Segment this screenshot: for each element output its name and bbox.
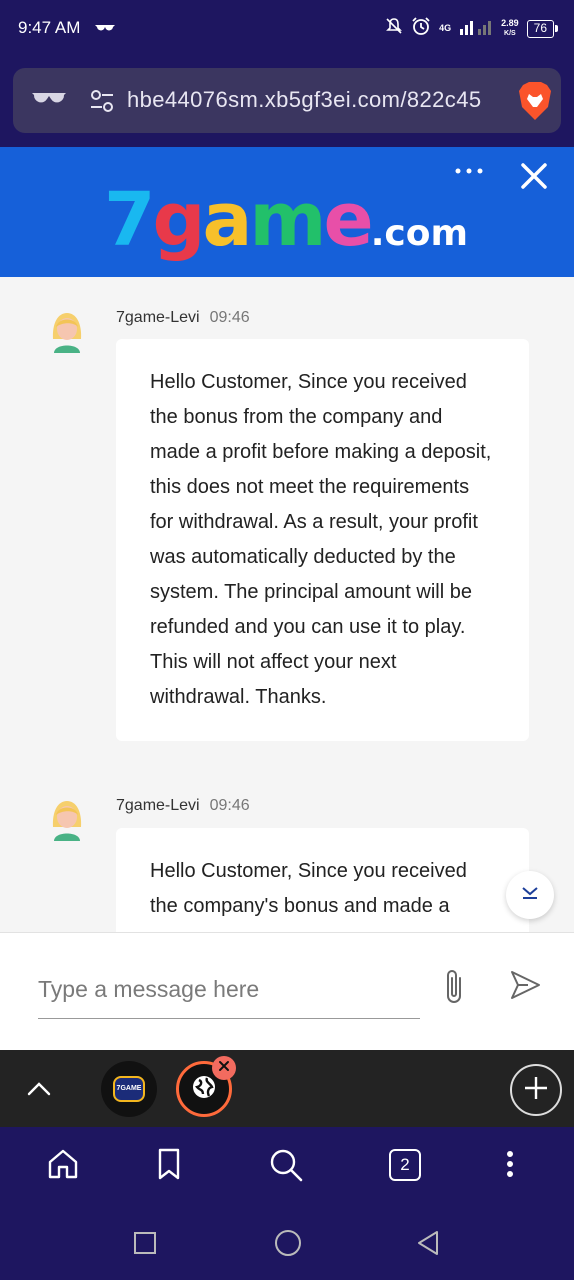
chevron-up-icon[interactable] xyxy=(26,1074,52,1107)
logo-letter-a: a xyxy=(202,177,252,263)
send-icon[interactable] xyxy=(508,969,542,1006)
status-time: 9:47 AM xyxy=(18,18,81,37)
logo-digit: 7 xyxy=(104,177,155,263)
agent-avatar-icon xyxy=(50,797,84,841)
system-home-icon[interactable] xyxy=(274,1229,302,1262)
close-tab-button[interactable] xyxy=(212,1056,236,1080)
signal-strength-icon xyxy=(459,17,493,40)
tab-switcher-button[interactable]: 2 xyxy=(389,1149,421,1181)
private-mode-glasses-icon[interactable] xyxy=(31,90,67,113)
chat-messages[interactable]: 7game-Levi 09:46 Hello Customer, Since yo… xyxy=(0,277,574,932)
logo-letter-g: g xyxy=(152,177,206,263)
message-time: 09:46 xyxy=(209,797,250,814)
menu-icon[interactable] xyxy=(500,1147,520,1186)
close-chat-icon[interactable] xyxy=(518,160,550,197)
brave-shields-icon[interactable] xyxy=(517,81,553,126)
browser-bottom-nav: 2 xyxy=(0,1127,574,1207)
new-tab-button[interactable] xyxy=(510,1064,562,1116)
site-settings-icon[interactable] xyxy=(89,88,115,119)
tab-7game[interactable]: 7GAME xyxy=(101,1061,157,1117)
message-meta: 7game-Levi 09:46 xyxy=(116,309,250,327)
status-bar: 9:47 AM 4G 2.89 K/S 76 xyxy=(0,0,574,58)
search-icon[interactable] xyxy=(268,1147,304,1188)
chevron-down-icon xyxy=(520,885,540,906)
network-type: 4G xyxy=(439,23,452,33)
agent-avatar-icon xyxy=(50,309,84,353)
logo-letter-e: e xyxy=(323,177,374,263)
browser-toolbar: hbe44076sm.xb5gf3ei.com/822c45 xyxy=(0,58,574,147)
message-time: 09:46 xyxy=(209,309,250,326)
sender-name: 7game-Levi xyxy=(116,797,200,814)
message-composer xyxy=(0,932,574,1050)
scroll-to-bottom-button[interactable] xyxy=(506,871,554,919)
bookmark-icon[interactable] xyxy=(155,1147,183,1186)
more-options-icon[interactable] xyxy=(454,162,484,180)
back-icon[interactable] xyxy=(415,1229,441,1262)
system-nav-bar xyxy=(0,1207,574,1280)
address-bar[interactable]: hbe44076sm.xb5gf3ei.com/822c45 xyxy=(13,68,561,133)
sender-name: 7game-Levi xyxy=(116,309,200,326)
dnd-bell-off-icon xyxy=(385,17,403,40)
network-speed: 2.89 K/S xyxy=(501,19,519,38)
recent-apps-icon[interactable] xyxy=(133,1231,157,1260)
site-header: 7game.com xyxy=(0,147,574,277)
alarm-clock-icon xyxy=(411,16,431,41)
message-bubble: Hello Customer, Since you received the b… xyxy=(116,339,529,741)
speed-value: 2.89 xyxy=(501,18,519,28)
site-logo[interactable]: 7game.com xyxy=(104,175,468,279)
message-input[interactable] xyxy=(38,961,420,1019)
globe-icon xyxy=(191,1074,217,1105)
attachment-paperclip-icon[interactable] xyxy=(440,966,470,1011)
tab-favicon: 7GAME xyxy=(113,1076,145,1102)
message-bubble: Hello Customer, Since you received the c… xyxy=(116,828,529,932)
logo-letter-m: m xyxy=(249,177,326,263)
home-icon[interactable] xyxy=(46,1147,80,1186)
plus-icon xyxy=(523,1075,549,1106)
battery-indicator: 76 xyxy=(526,19,559,38)
close-icon xyxy=(218,1059,230,1077)
url-text[interactable]: hbe44076sm.xb5gf3ei.com/822c45 xyxy=(127,87,505,113)
message-meta: 7game-Levi 09:46 xyxy=(116,797,250,815)
tab-strip: 7GAME xyxy=(0,1050,574,1127)
logo-domain: .com xyxy=(370,213,468,254)
incognito-glasses-icon xyxy=(94,22,116,40)
speed-unit: K/S xyxy=(504,30,516,37)
